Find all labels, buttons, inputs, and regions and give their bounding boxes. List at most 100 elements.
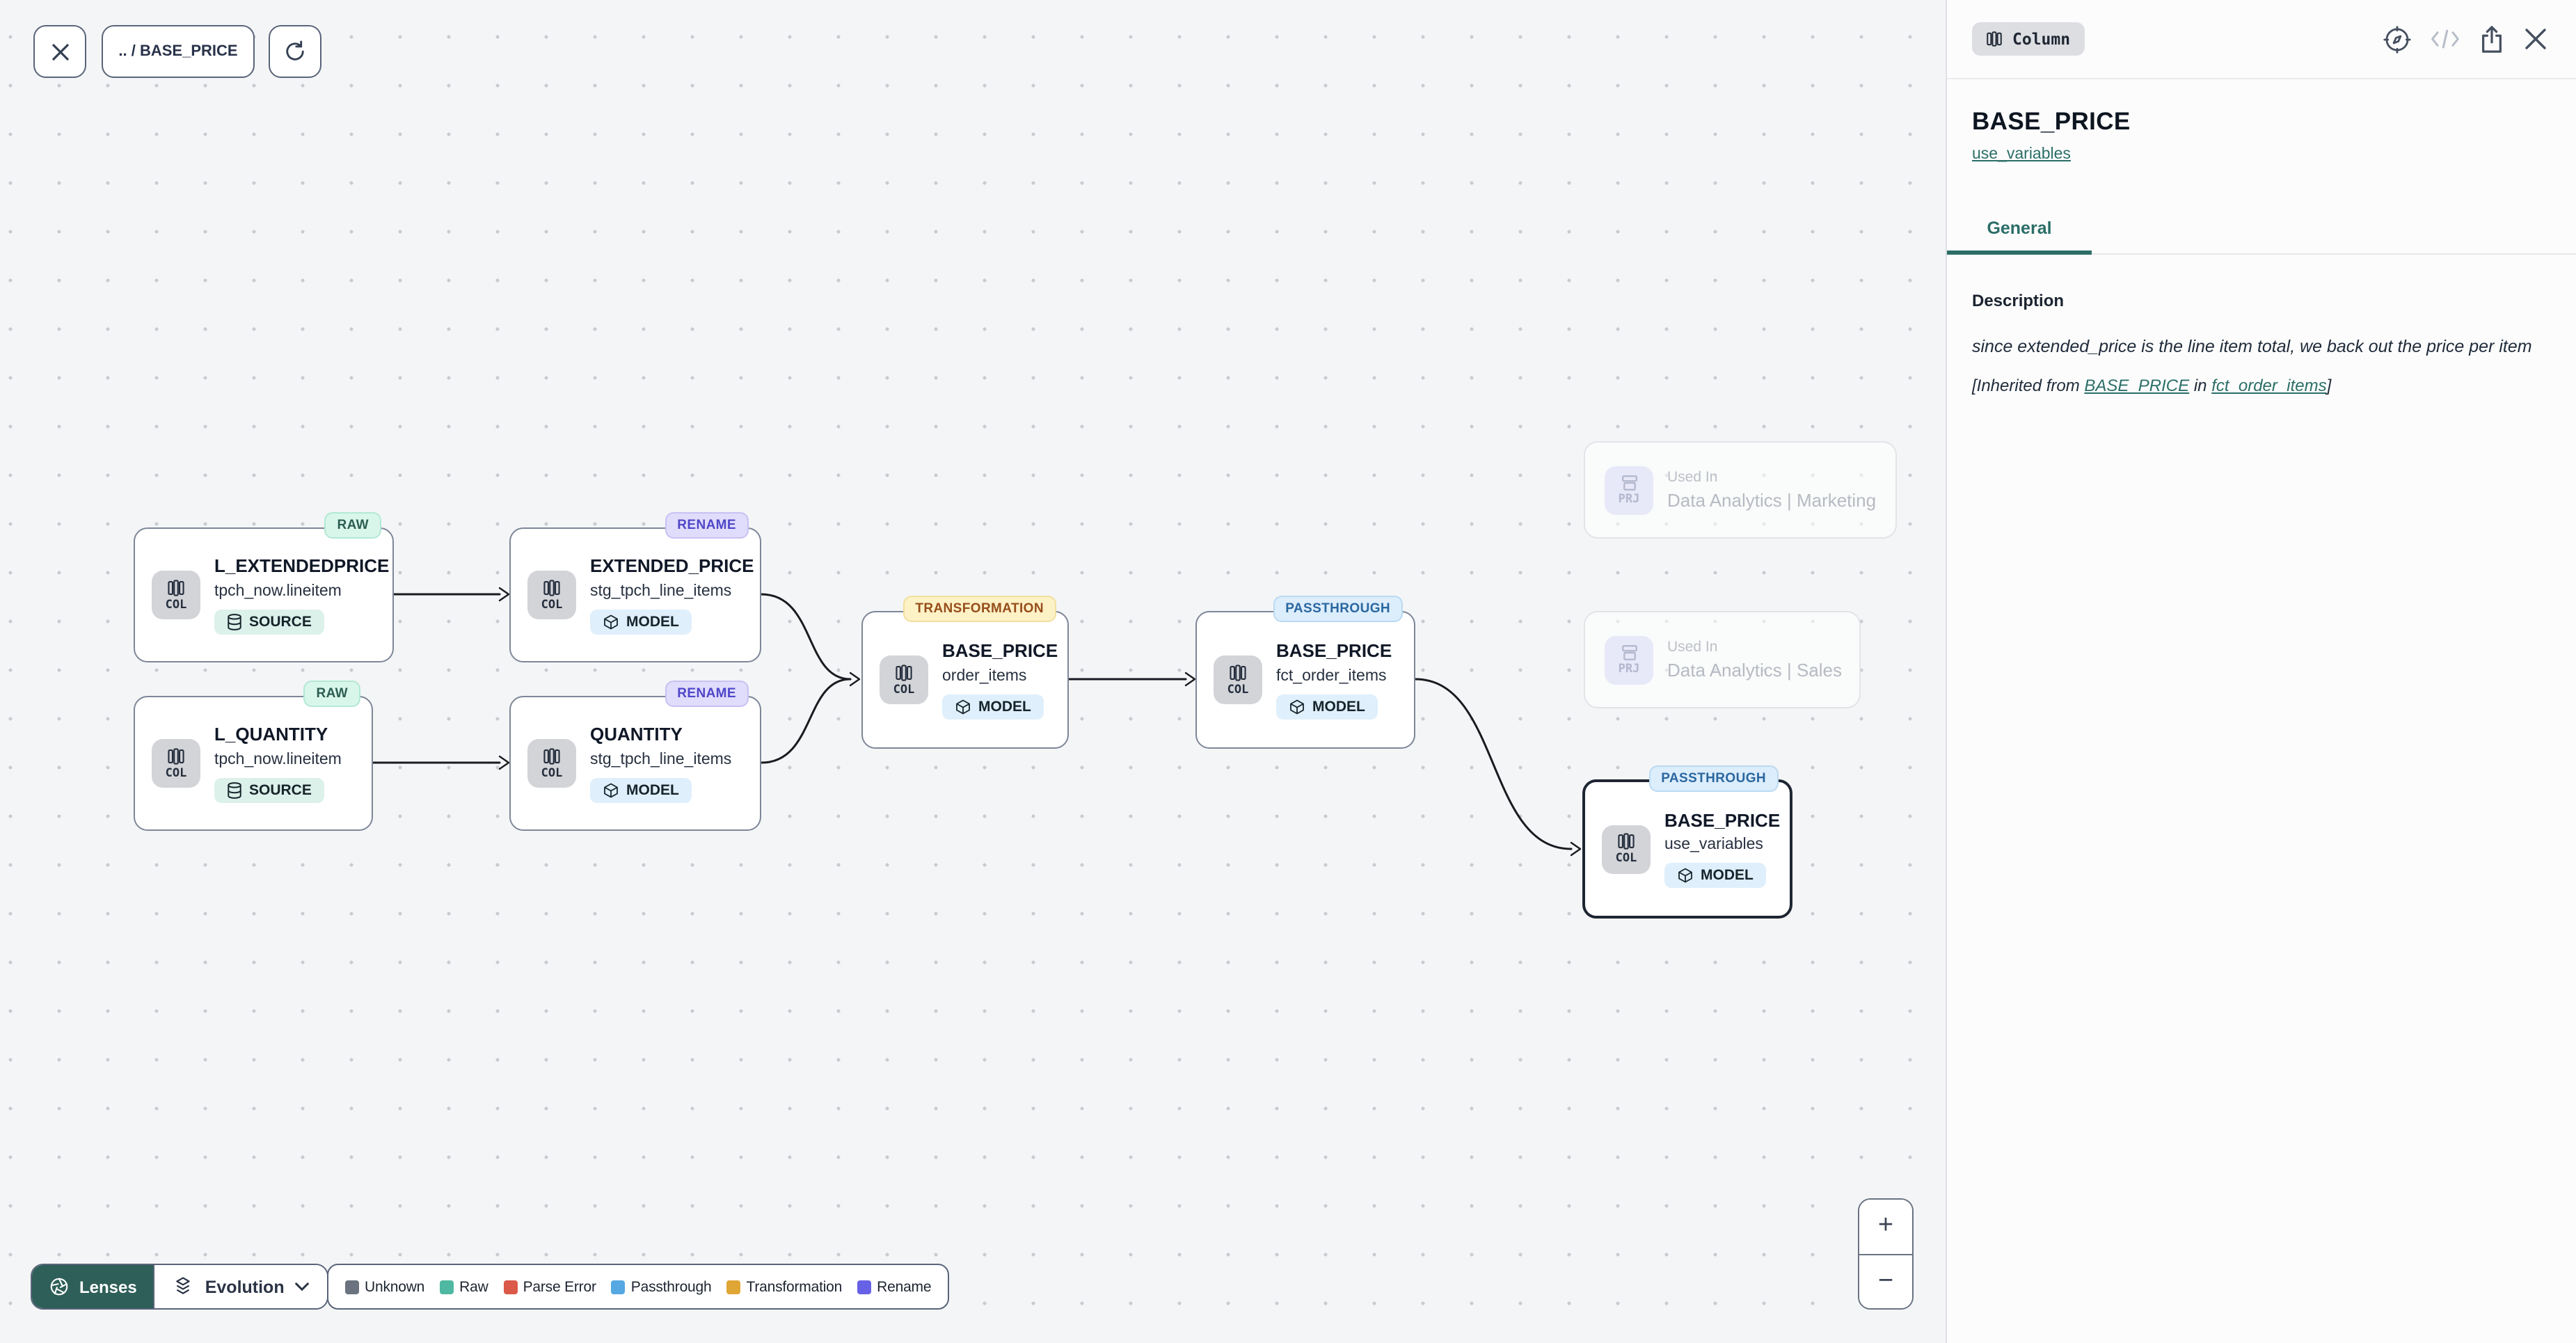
node-badge: RAW <box>324 512 381 539</box>
ghost-node-used-in: PRJ Used In Data Analytics | Sales <box>1584 611 1861 708</box>
code-icon <box>2430 28 2460 50</box>
ghost-project-name: Data Analytics | Sales <box>1667 660 1842 681</box>
legend-item: Parse Error <box>504 1278 596 1295</box>
refresh-icon <box>283 39 308 64</box>
zoom-in-button[interactable]: + <box>1859 1200 1912 1255</box>
inherited-note: [Inherited from BASE_PRICE in fct_order_… <box>1972 376 2551 395</box>
node-title: L_EXTENDEDPRICE <box>214 556 389 579</box>
node-title: BASE_PRICE <box>1664 810 1780 833</box>
pill-label: MODEL <box>626 613 679 630</box>
close-lineage-button[interactable] <box>33 25 86 78</box>
panel-header: Column <box>1947 0 2576 79</box>
project-chip: PRJ <box>1605 635 1653 684</box>
tab-general[interactable]: General <box>1947 207 2092 255</box>
legend-label: Unknown <box>365 1278 424 1295</box>
legend-swatch-unknown <box>345 1280 359 1294</box>
cube-icon <box>603 613 619 630</box>
column-icon <box>167 747 185 765</box>
edge-arrow <box>850 673 859 685</box>
cube-icon <box>1289 698 1305 715</box>
node-subtitle: fct_order_items <box>1276 667 1387 684</box>
node-subtitle: tpch_now.lineitem <box>214 582 342 599</box>
model-pill: MODEL <box>590 609 692 634</box>
chip-label: PRJ <box>1619 492 1640 506</box>
legend-label: Parse Error <box>523 1278 596 1295</box>
zoom-out-button[interactable]: − <box>1859 1255 1912 1308</box>
inherited-middle: in <box>2189 376 2211 395</box>
view-code-button[interactable] <box>2430 28 2460 50</box>
refresh-button[interactable] <box>269 25 321 78</box>
legend-item: Unknown <box>345 1278 424 1295</box>
lineage-canvas[interactable]: .. / BASE_PRICE PRJ Used In Data Analyti… <box>0 0 1946 1343</box>
model-link[interactable]: use_variables <box>1972 146 2071 163</box>
edge-arrow <box>500 756 509 769</box>
database-icon <box>227 613 242 630</box>
explore-button[interactable] <box>2383 24 2412 54</box>
model-pill: MODEL <box>590 777 692 802</box>
lenses-button[interactable]: Lenses <box>32 1265 154 1308</box>
legend-label: Raw <box>459 1278 488 1295</box>
chip-label: COL <box>893 683 915 697</box>
column-icon <box>543 578 561 596</box>
panel-body: BASE_PRICE use_variables General Descrip… <box>1947 107 2576 395</box>
node-base-price-order-items[interactable]: TRANSFORMATION COL BASE_PRICE order_item… <box>861 611 1069 749</box>
selected-lens-label: Evolution <box>205 1277 285 1296</box>
node-title: L_QUANTITY <box>214 724 328 747</box>
column-icon <box>1986 31 2003 47</box>
pill-label: SOURCE <box>249 613 312 630</box>
project-icon <box>1619 644 1639 660</box>
pill-label: MODEL <box>1701 867 1754 884</box>
node-badge: RAW <box>303 681 360 707</box>
legend-item: Raw <box>440 1278 488 1295</box>
column-icon <box>167 578 185 596</box>
inherited-model-link[interactable]: fct_order_items <box>2211 376 2326 395</box>
close-icon <box>2523 26 2548 51</box>
node-l-quantity[interactable]: RAW COL L_QUANTITY tpch_now.lineitem SOU… <box>134 696 373 831</box>
node-title: BASE_PRICE <box>1276 641 1392 664</box>
node-badge: PASSTHROUGH <box>1648 765 1779 792</box>
edge <box>761 679 850 763</box>
column-chip: COL <box>152 739 200 788</box>
chevron-down-icon <box>296 1282 310 1292</box>
panel-title: BASE_PRICE <box>1972 107 2551 136</box>
node-quantity[interactable]: RENAME COL QUANTITY stg_tpch_line_items … <box>509 696 761 831</box>
inherited-column-link[interactable]: BASE_PRICE <box>2084 376 2189 395</box>
project-chip: PRJ <box>1605 466 1653 514</box>
model-pill: MODEL <box>1276 694 1378 719</box>
node-subtitle: stg_tpch_line_items <box>590 751 731 768</box>
close-panel-button[interactable] <box>2523 26 2548 51</box>
node-base-price-use-variables[interactable]: PASSTHROUGH COL BASE_PRICE use_variables… <box>1582 779 1792 919</box>
node-l-extendedprice[interactable]: RAW COL L_EXTENDEDPRICE tpch_now.lineite… <box>134 527 394 662</box>
legend-label: Passthrough <box>631 1278 712 1295</box>
legend-swatch-passthrough <box>612 1280 626 1294</box>
node-title: BASE_PRICE <box>942 641 1058 664</box>
ghost-project-name: Data Analytics | Marketing <box>1667 490 1876 511</box>
lens-selector-dropdown[interactable]: Evolution <box>154 1265 328 1308</box>
entity-type-label: Column <box>2012 29 2070 49</box>
node-subtitle: tpch_now.lineitem <box>214 751 342 768</box>
node-badge: RENAME <box>665 512 749 539</box>
node-base-price-fct-order-items[interactable]: PASSTHROUGH COL BASE_PRICE fct_order_ite… <box>1195 611 1415 749</box>
node-extended-price[interactable]: RENAME COL EXTENDED_PRICE stg_tpch_line_… <box>509 527 761 662</box>
breadcrumb-label: .. / BASE_PRICE <box>118 43 237 60</box>
column-chip: COL <box>527 571 576 619</box>
column-chip: COL <box>880 655 928 704</box>
database-icon <box>227 781 242 798</box>
column-icon <box>543 747 561 765</box>
pill-label: MODEL <box>1312 698 1365 715</box>
lens-legend: Unknown Raw Parse Error Passthrough Tran… <box>327 1264 949 1310</box>
column-chip: COL <box>1214 655 1262 704</box>
node-subtitle: order_items <box>942 667 1026 684</box>
node-badge: TRANSFORMATION <box>903 596 1056 622</box>
node-title: QUANTITY <box>590 724 683 747</box>
chip-label: PRJ <box>1619 662 1640 676</box>
entity-type-chip: Column <box>1972 22 2084 56</box>
chip-label: COL <box>541 598 563 612</box>
pill-label: MODEL <box>978 698 1031 715</box>
panel-actions <box>2383 24 2548 54</box>
chip-label: COL <box>541 766 563 780</box>
breadcrumb[interactable]: .. / BASE_PRICE <box>102 25 255 78</box>
share-button[interactable] <box>2479 24 2505 54</box>
details-panel: Column <box>1946 0 2576 1343</box>
description-text: since extended_price is the line item to… <box>1972 333 2551 360</box>
